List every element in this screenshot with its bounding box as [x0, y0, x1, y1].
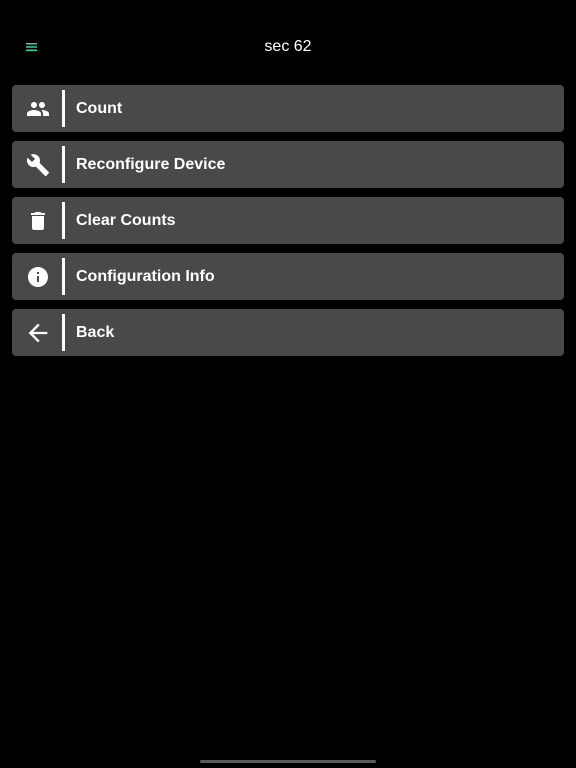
configuration-info-button[interactable]: Configuration Info — [12, 253, 564, 300]
trash-icon — [12, 197, 64, 244]
home-indicator[interactable] — [200, 760, 376, 763]
page-title: sec 62 — [264, 38, 312, 55]
info-icon — [12, 253, 64, 300]
clear-counts-label: Clear Counts — [76, 212, 176, 229]
item-divider — [62, 258, 65, 295]
count-button[interactable]: Count — [12, 85, 564, 132]
item-divider — [62, 146, 65, 183]
people-icon — [12, 85, 64, 132]
wrench-icon — [12, 141, 64, 188]
count-label: Count — [76, 100, 123, 117]
app-header: sec 62 — [0, 0, 576, 84]
back-button[interactable]: Back — [12, 309, 564, 356]
reconfigure-device-button[interactable]: Reconfigure Device — [12, 141, 564, 188]
item-divider — [62, 314, 65, 351]
configuration-info-label: Configuration Info — [76, 268, 215, 285]
menu-list: Count Reconfigure Device Clear Counts Co… — [12, 85, 564, 365]
back-label: Back — [76, 324, 115, 341]
item-divider — [62, 202, 65, 239]
reconfigure-device-label: Reconfigure Device — [76, 156, 226, 173]
item-divider — [62, 90, 65, 127]
clear-counts-button[interactable]: Clear Counts — [12, 197, 564, 244]
arrow-back-icon — [12, 309, 64, 356]
